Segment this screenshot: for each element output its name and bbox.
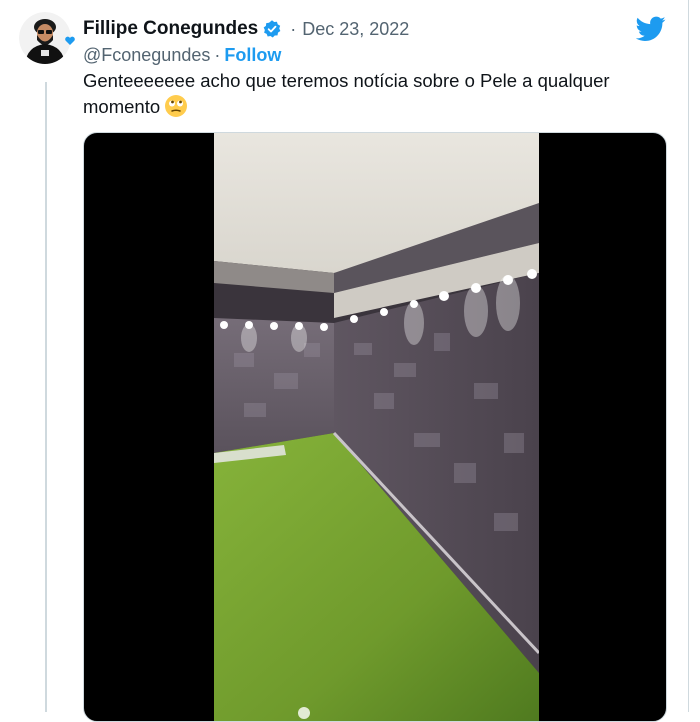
tweet-date[interactable]: Dec 23, 2022 (302, 19, 409, 40)
tweet-text: Genteeeeeee acho que teremos notícia sob… (83, 68, 643, 125)
thread-line (45, 82, 47, 712)
face-with-rolling-eyes-emoji (164, 94, 188, 125)
display-name[interactable]: Fillipe Conegundes (83, 18, 258, 40)
handle-separator: · (214, 44, 221, 65)
tweet-subheader: @Fconegundes · Follow (83, 43, 281, 67)
user-handle[interactable]: @Fconegundes (83, 45, 210, 66)
header-separator: · (290, 18, 297, 39)
verified-badge-icon (262, 19, 282, 39)
video-thumbnail (214, 133, 539, 721)
video-player[interactable] (83, 132, 667, 722)
follow-button[interactable]: Follow (224, 45, 281, 66)
tweet-header: Fillipe Conegundes · Dec 23, 2022 (83, 16, 409, 42)
twitter-bird-icon[interactable] (635, 16, 666, 42)
heart-icon (63, 34, 77, 48)
tweet-body: Genteeeeeee acho que teremos notícia sob… (83, 70, 610, 117)
